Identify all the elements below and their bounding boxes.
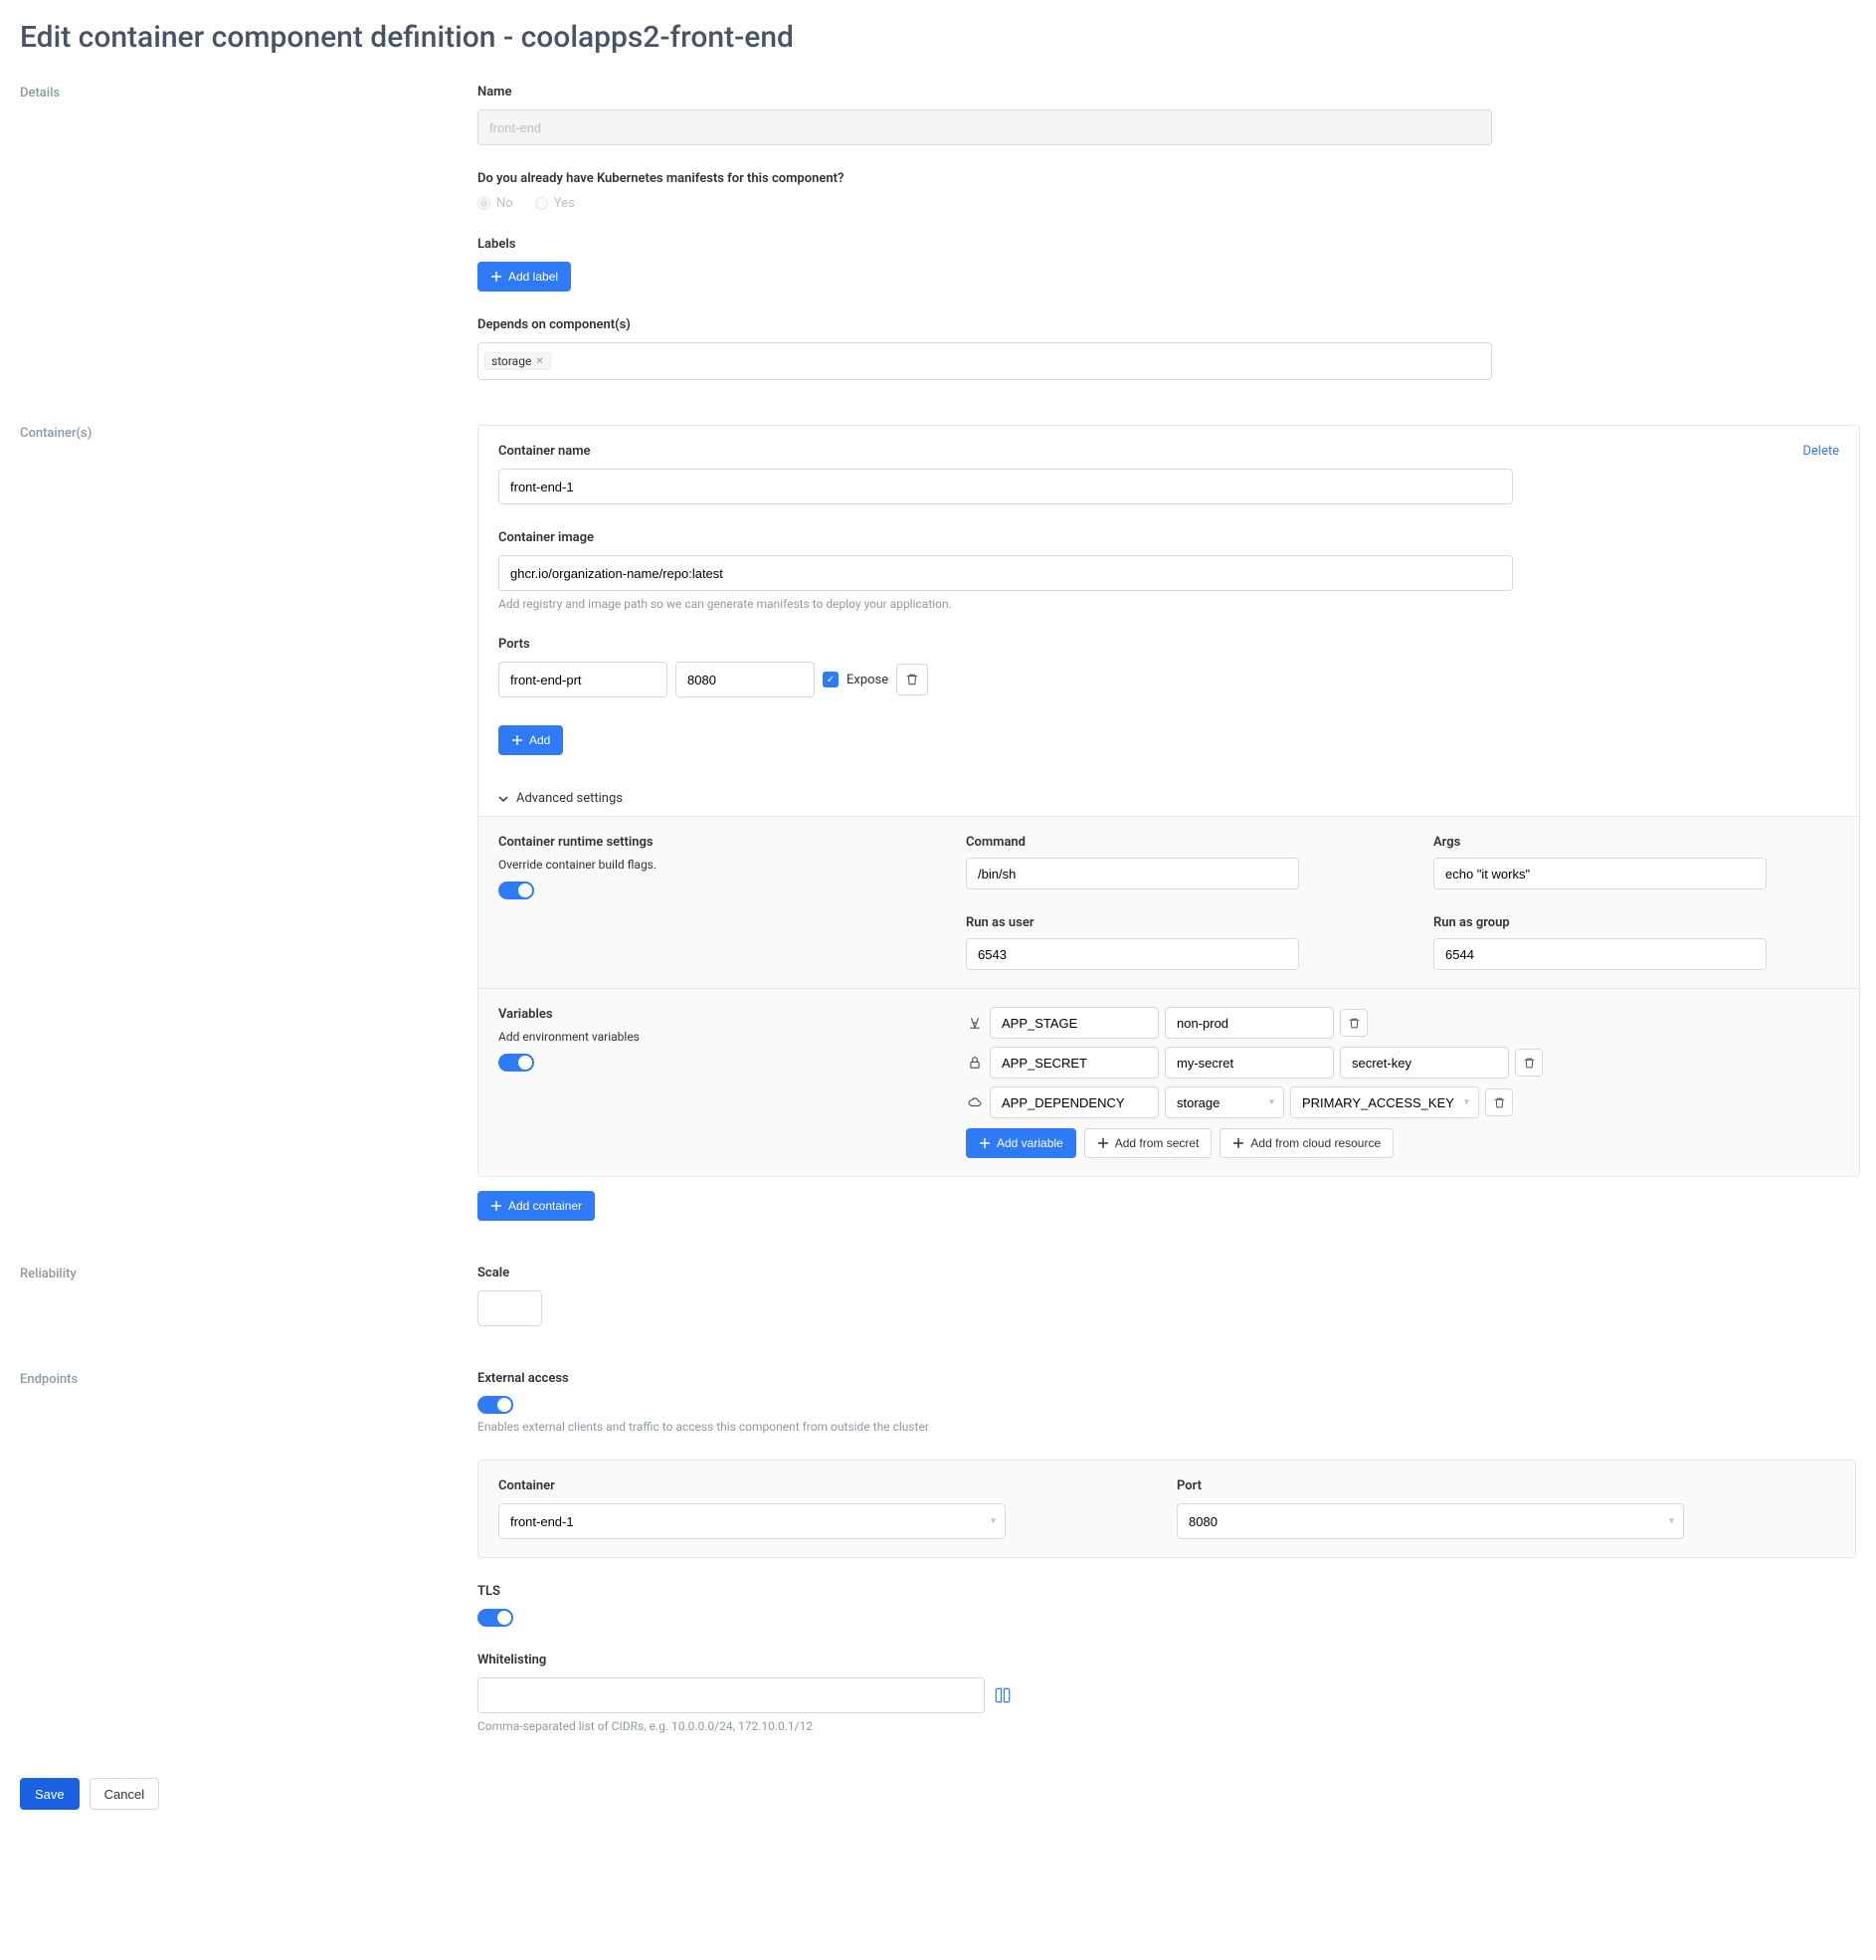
add-from-cloud-button[interactable]: Add from cloud resource — [1219, 1128, 1394, 1158]
args-input[interactable] — [1433, 858, 1767, 889]
add-from-secret-button[interactable]: Add from secret — [1084, 1128, 1213, 1158]
scale-label: Scale — [477, 1266, 1856, 1280]
var-key-0[interactable] — [990, 1007, 1159, 1039]
delete-var-0[interactable] — [1340, 1009, 1368, 1037]
group-input[interactable] — [1433, 938, 1767, 970]
plus-icon — [1232, 1137, 1244, 1149]
book-icon[interactable] — [993, 1685, 1013, 1705]
external-access-label: External access — [477, 1371, 1856, 1386]
expose-checkbox[interactable]: ✓ — [823, 672, 839, 687]
ports-label: Ports — [498, 637, 1839, 652]
args-label: Args — [1433, 835, 1876, 850]
ep-port-select[interactable] — [1177, 1503, 1684, 1539]
whitelist-label: Whitelisting — [477, 1653, 1856, 1667]
depends-label: Depends on component(s) — [477, 317, 1856, 332]
var-val-0[interactable] — [1165, 1007, 1334, 1039]
delete-container-link[interactable]: Delete — [1802, 444, 1839, 459]
section-label-endpoints: Endpoints — [20, 1371, 477, 1733]
add-label-button[interactable]: Add label — [477, 262, 571, 292]
cloud-icon — [966, 1095, 984, 1109]
port-number-input[interactable] — [675, 662, 815, 697]
plus-icon — [511, 734, 523, 746]
text-var-icon — [966, 1016, 984, 1030]
delete-var-2[interactable] — [1485, 1088, 1513, 1116]
runtime-title: Container runtime settings — [498, 835, 946, 850]
tls-toggle[interactable] — [477, 1609, 513, 1627]
plus-icon — [1097, 1137, 1109, 1149]
radio-yes-input — [535, 197, 548, 210]
ep-port-label: Port — [1177, 1478, 1835, 1493]
command-label: Command — [966, 835, 1413, 850]
var-val2-1[interactable] — [1340, 1047, 1509, 1078]
ep-container-label: Container — [498, 1478, 1157, 1493]
name-label: Name — [477, 85, 1856, 99]
radio-no-input — [477, 197, 490, 210]
var-val1-2[interactable] — [1165, 1086, 1284, 1118]
delete-port-button[interactable] — [896, 664, 928, 695]
save-button[interactable]: Save — [20, 1778, 80, 1810]
variables-toggle[interactable] — [498, 1054, 534, 1072]
section-label-containers: Container(s) — [20, 425, 477, 1221]
ep-container-select[interactable] — [498, 1503, 1006, 1539]
runtime-toggle[interactable] — [498, 882, 534, 899]
external-access-help: Enables external clients and traffic to … — [477, 1420, 1856, 1434]
section-label-reliability: Reliability — [20, 1266, 477, 1326]
container-image-help: Add registry and image path so we can ge… — [498, 597, 1839, 611]
var-key-2[interactable] — [990, 1086, 1159, 1118]
depends-input[interactable]: storage ✕ — [477, 342, 1492, 380]
container-name-input[interactable] — [498, 469, 1513, 504]
plus-icon — [490, 1200, 502, 1212]
cancel-button[interactable]: Cancel — [90, 1778, 159, 1810]
add-container-button[interactable]: Add container — [477, 1191, 595, 1221]
command-input[interactable] — [966, 858, 1299, 889]
runtime-help: Override container build flags. — [498, 858, 946, 872]
name-input — [477, 109, 1492, 145]
user-input[interactable] — [966, 938, 1299, 970]
port-name-input[interactable] — [498, 662, 667, 697]
var-val2-2[interactable] — [1290, 1086, 1479, 1118]
plus-icon — [979, 1137, 991, 1149]
var-val1-1[interactable] — [1165, 1047, 1334, 1078]
user-label: Run as user — [966, 915, 1413, 930]
advanced-settings-toggle[interactable]: Advanced settings — [498, 781, 1839, 816]
depends-tag-storage: storage ✕ — [484, 352, 551, 370]
container-image-input[interactable] — [498, 555, 1513, 591]
add-port-button[interactable]: Add — [498, 725, 563, 755]
labels-label: Labels — [477, 237, 1856, 252]
radio-yes: Yes — [535, 196, 575, 211]
group-label: Run as group — [1433, 915, 1876, 930]
variables-title: Variables — [498, 1007, 946, 1022]
trash-icon — [1523, 1057, 1536, 1070]
plus-icon — [490, 271, 502, 283]
whitelist-input[interactable] — [477, 1677, 985, 1713]
container-image-label: Container image — [498, 530, 1839, 545]
var-key-1[interactable] — [990, 1047, 1159, 1078]
tls-label: TLS — [477, 1584, 1856, 1599]
trash-icon — [1348, 1017, 1361, 1030]
endpoint-card: Container ▾ Port ▾ — [477, 1460, 1856, 1558]
remove-tag-icon[interactable]: ✕ — [535, 356, 543, 367]
container-card: Container name Delete Container image Ad… — [477, 425, 1860, 1177]
chevron-down-icon — [498, 794, 508, 804]
scale-input[interactable] — [477, 1290, 542, 1326]
lock-icon — [966, 1056, 984, 1070]
whitelist-help: Comma-separated list of CIDRs, e.g. 10.0… — [477, 1719, 1856, 1733]
add-variable-button[interactable]: Add variable — [966, 1128, 1076, 1158]
external-access-toggle[interactable] — [477, 1396, 513, 1414]
manifests-question: Do you already have Kubernetes manifests… — [477, 171, 1856, 186]
trash-icon — [1493, 1096, 1506, 1109]
page-title: Edit container component definition - co… — [20, 20, 1856, 55]
expose-label: Expose — [846, 673, 888, 687]
delete-var-1[interactable] — [1515, 1049, 1543, 1077]
section-label-details: Details — [20, 85, 477, 380]
radio-no: No — [477, 196, 513, 211]
variables-help: Add environment variables — [498, 1030, 946, 1044]
container-name-label: Container name — [498, 444, 1802, 459]
trash-icon — [905, 673, 919, 686]
